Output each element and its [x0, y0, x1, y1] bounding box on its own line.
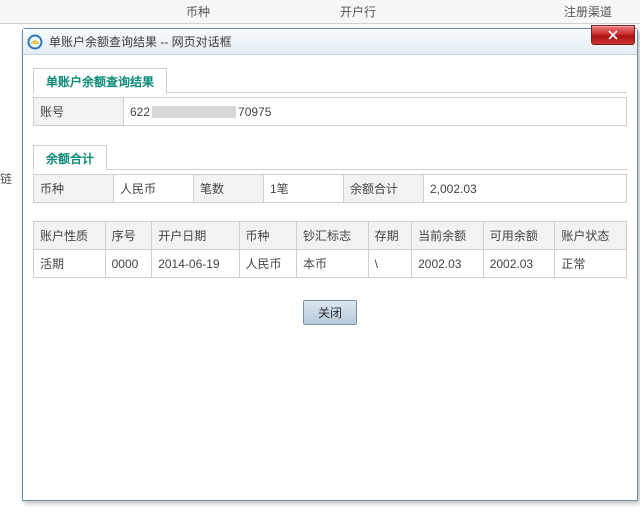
dialog-window: 单账户余额查询结果 -- 网页对话框 单账户余额查询结果 账号 62270975… — [22, 28, 638, 501]
close-icon — [608, 30, 618, 40]
bg-col-channel: 注册渠道 — [564, 3, 612, 20]
detail-h-opendate: 开户日期 — [152, 222, 239, 250]
window-close-button[interactable] — [591, 25, 635, 45]
account-label: 账号 — [34, 98, 124, 126]
balance-col-currency: 币种 — [34, 175, 114, 203]
dialog-body: 单账户余额查询结果 账号 62270975 余额合计 币种 人民币 笔数 — [23, 55, 637, 500]
balance-section-title: 余额合计 — [33, 145, 107, 171]
background-chain-text: 链 — [0, 170, 12, 187]
detail-h-current: 当前余额 — [412, 222, 484, 250]
detail-currency: 人民币 — [239, 250, 297, 278]
result-section-title: 单账户余额查询结果 — [33, 68, 167, 94]
detail-opendate: 2014-06-19 — [152, 250, 239, 278]
balance-col-total: 余额合计 — [344, 175, 424, 203]
detail-h-nature: 账户性质 — [34, 222, 106, 250]
detail-h-seq: 序号 — [105, 222, 152, 250]
detail-table: 账户性质 序号 开户日期 币种 钞汇标志 存期 当前余额 可用余额 账户状态 活… — [33, 221, 627, 278]
detail-notes: 本币 — [297, 250, 369, 278]
background-header: 币种 开户行 注册渠道 — [0, 0, 640, 24]
detail-h-currency: 币种 — [239, 222, 297, 250]
balance-col-count: 笔数 — [194, 175, 264, 203]
account-mask — [152, 106, 236, 118]
table-row: 活期 0000 2014-06-19 人民币 本币 \ 2002.03 2002… — [34, 250, 627, 278]
result-section: 单账户余额查询结果 账号 62270975 — [33, 67, 627, 126]
detail-current: 2002.03 — [412, 250, 484, 278]
detail-nature: 活期 — [34, 250, 106, 278]
dialog-titlebar: 单账户余额查询结果 -- 网页对话框 — [23, 29, 637, 55]
detail-h-term: 存期 — [368, 222, 411, 250]
detail-term: \ — [368, 250, 411, 278]
detail-h-status: 账户状态 — [555, 222, 627, 250]
balance-val-total: 2,002.03 — [424, 175, 627, 203]
balance-table: 币种 人民币 笔数 1笔 余额合计 2,002.03 — [33, 174, 627, 203]
close-action-area: 关闭 — [33, 300, 627, 325]
balance-val-currency: 人民币 — [114, 175, 194, 203]
detail-seq: 0000 — [105, 250, 152, 278]
account-table: 账号 62270975 — [33, 97, 627, 126]
detail-section: 账户性质 序号 开户日期 币种 钞汇标志 存期 当前余额 可用余额 账户状态 活… — [33, 221, 627, 278]
detail-h-avail: 可用余额 — [483, 222, 555, 250]
account-value: 62270975 — [124, 98, 627, 126]
bg-col-currency: 币种 — [186, 3, 210, 20]
balance-val-count: 1笔 — [264, 175, 344, 203]
detail-h-notes: 钞汇标志 — [297, 222, 369, 250]
ie-icon — [27, 34, 43, 50]
detail-status: 正常 — [555, 250, 627, 278]
bg-col-bank: 开户行 — [340, 3, 376, 20]
detail-avail: 2002.03 — [483, 250, 555, 278]
close-button[interactable]: 关闭 — [303, 300, 357, 325]
dialog-title: 单账户余额查询结果 -- 网页对话框 — [49, 33, 232, 50]
balance-section: 余额合计 币种 人民币 笔数 1笔 余额合计 2,002.03 — [33, 144, 627, 203]
